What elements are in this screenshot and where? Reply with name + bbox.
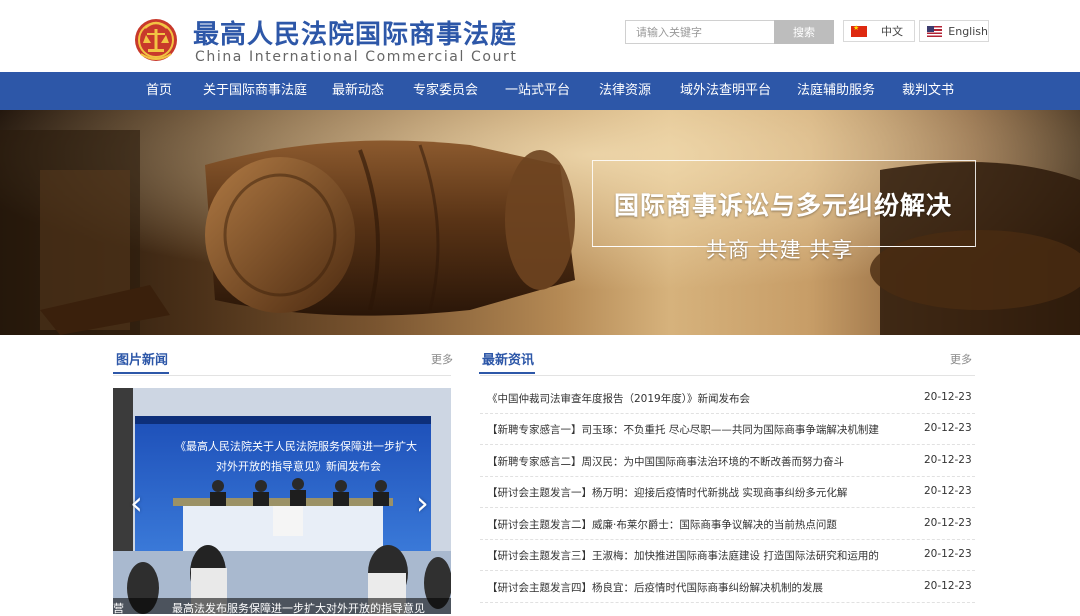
news-item-date: 20-12-23 (924, 391, 972, 403)
chevron-left-icon[interactable]: ‹ (130, 487, 143, 519)
news-list-item[interactable]: 【研讨会主题发言一】杨万明：迎接后疫情时代新挑战 实现商事纠纷多元化解 20-1… (480, 476, 975, 508)
nav-item-about[interactable]: 关于国际商事法庭 (203, 72, 307, 110)
news-item-title[interactable]: 【研讨会主题发言一】杨万明：迎接后疫情时代新挑战 实现商事纠纷多元化解 (487, 485, 847, 500)
photo-news-more-link[interactable]: 更多 (431, 351, 453, 367)
news-list-item[interactable]: 【研讨会主题发言三】王淑梅：加快推进国际商事法庭建设 打造国际法研究和运用的 2… (480, 539, 975, 571)
news-item-date: 20-12-23 (924, 517, 972, 529)
photo-news-title: 图片新闻 (116, 353, 169, 368)
photo-news-slide[interactable]: 《最高人民法院关于人民法院服务保障进一步扩大 对外开放的指导意见》新闻发布会 (113, 388, 451, 614)
banner-divider-left (592, 246, 697, 247)
nav-item-home[interactable]: 首页 (146, 72, 172, 110)
news-item-title[interactable]: 【新聘专家感言二】周汉民：为中国国际商事法治环境的不断改善而努力奋斗 (487, 454, 844, 469)
news-item-title[interactable]: 【研讨会主题发言三】王淑梅：加快推进国际商事法庭建设 打造国际法研究和运用的 (487, 548, 879, 563)
lang-chinese-button[interactable]: 中文 (843, 20, 915, 42)
news-item-date: 20-12-23 (924, 485, 972, 497)
nav-item-one-stop[interactable]: 一站式平台 (505, 72, 570, 110)
hero-banner[interactable]: 国际商事诉讼与多元纠纷解决 共商 共建 共享 (0, 110, 1080, 335)
nav-item-legal-resources[interactable]: 法律资源 (599, 72, 651, 110)
latest-news-more-link[interactable]: 更多 (950, 351, 972, 367)
lang-english-button[interactable]: English (919, 20, 989, 42)
nav-item-judgments[interactable]: 裁判文书 (902, 72, 954, 110)
nav-item-court-services[interactable]: 法庭辅助服务 (797, 72, 875, 110)
banner-title: 国际商事诉讼与多元纠纷解决 (614, 191, 953, 220)
photo-screen-text-1: 《最高人民法院关于人民法院服务保障进一步扩大 (175, 440, 417, 453)
court-emblem-icon[interactable] (133, 14, 179, 64)
photo-news-underline (113, 372, 169, 374)
china-flag-icon (851, 24, 867, 37)
lang-english-label: English (948, 24, 988, 38)
main-nav: 首页 关于国际商事法庭 最新动态 专家委员会 一站式平台 法律资源 域外法查明平… (0, 72, 1080, 110)
site-title-cn: 最高人民法院国际商事法庭 (193, 20, 518, 50)
lang-chinese-label: 中文 (881, 25, 903, 38)
news-item-date: 20-12-23 (924, 548, 972, 560)
news-item-title[interactable]: 【研讨会主题发言二】威廉·布莱尔爵士：国际商事争议解决的当前热点问题 (487, 517, 837, 532)
nav-item-news[interactable]: 最新动态 (332, 72, 384, 110)
search-button[interactable]: 搜索 (774, 20, 834, 44)
latest-news-title: 最新资讯 (482, 353, 535, 368)
site-title-en: China International Commercial Court (195, 49, 518, 65)
us-flag-icon (927, 25, 943, 37)
chevron-right-icon[interactable]: › (416, 487, 429, 519)
news-list-item[interactable]: 【研讨会主题发言四】杨良宜：后疫情时代国际商事纠纷解决机制的发展 20-12-2… (480, 571, 975, 603)
news-item-date: 20-12-23 (924, 580, 972, 592)
search-input[interactable] (625, 20, 784, 44)
banner-subtitle: 共商 共建 共享 (706, 238, 854, 262)
news-item-title[interactable]: 《中国仲裁司法审查年度报告（2019年度）》新闻发布会 (487, 391, 750, 406)
news-list-item[interactable]: 【新聘专家感言一】司玉琢：不负重托 尽心尽职——共同为国际商事争端解决机制建 2… (480, 413, 975, 445)
photo-screen-text-2: 对外开放的指导意见》新闻发布会 (216, 460, 381, 473)
press-conference-photo (113, 388, 451, 614)
nav-item-foreign-law[interactable]: 域外法查明平台 (680, 72, 771, 110)
news-list-item[interactable]: 《中国仲裁司法审查年度报告（2019年度）》新闻发布会 20-12-23 (480, 382, 975, 414)
banner-divider-right (868, 246, 974, 247)
latest-news-underline (479, 372, 535, 374)
news-item-date: 20-12-23 (924, 422, 972, 434)
nav-item-experts[interactable]: 专家委员会 (413, 72, 478, 110)
news-list-item[interactable]: 【新聘专家感言二】周汉民：为中国国际商事法治环境的不断改善而努力奋斗 20-12… (480, 445, 975, 477)
news-item-date: 20-12-23 (924, 454, 972, 466)
news-item-title[interactable]: 【新聘专家感言一】司玉琢：不负重托 尽心尽职——共同为国际商事争端解决机制建 (487, 422, 879, 437)
latest-news-header (480, 345, 975, 376)
news-list-item[interactable]: 【研讨会主题发言二】威廉·布莱尔爵士：国际商事争议解决的当前热点问题 20-12… (480, 508, 975, 540)
site-header: 最高人民法院国际商事法庭 China International Commerc… (0, 0, 1080, 72)
news-item-title[interactable]: 【研讨会主题发言四】杨良宜：后疫情时代国际商事纠纷解决机制的发展 (487, 580, 823, 595)
